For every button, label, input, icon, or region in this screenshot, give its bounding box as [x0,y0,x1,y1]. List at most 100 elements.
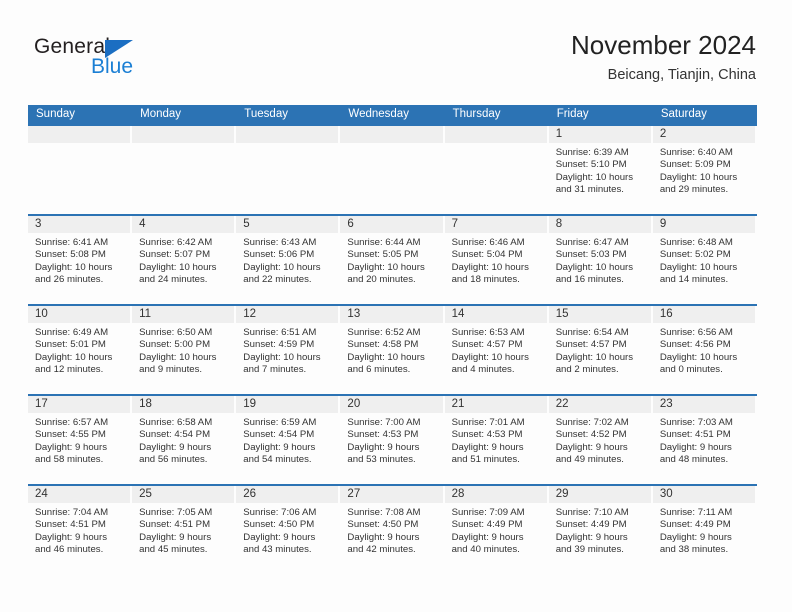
sunrise-text: Sunrise: 6:53 AM [451,327,525,338]
sunrise-text: Sunrise: 7:04 AM [35,507,109,518]
day-cell[interactable]: 9 Sunrise: 6:48 AM Sunset: 5:02 PM Dayli… [652,216,757,304]
daylight-line1: Daylight: 10 hours [659,351,738,363]
day-cell[interactable]: 24 Sunrise: 7:04 AM Sunset: 4:51 PM Dayl… [28,486,132,574]
daylight-line1: Daylight: 9 hours [347,441,420,453]
day-cell[interactable]: 14 Sunrise: 6:53 AM Sunset: 4:57 PM Dayl… [444,306,549,394]
sunset-text: Sunset: 4:51 PM [35,519,106,531]
general-blue-logo[interactable]: General Blue [34,36,254,88]
day-number-strip: 24 [28,486,131,503]
day-cell[interactable] [132,126,236,214]
daylight-line2: and 56 minutes. [139,454,208,466]
weekday-sunday: Sunday [36,108,76,120]
day-number-strip [444,126,547,143]
day-cell[interactable]: 22 Sunrise: 7:02 AM Sunset: 4:52 PM Dayl… [548,396,653,484]
daylight-line2: and 31 minutes. [555,184,624,196]
daylight-line1: Daylight: 10 hours [451,351,529,363]
day-cell[interactable]: 28 Sunrise: 7:09 AM Sunset: 4:49 PM Dayl… [444,486,549,574]
day-info: Sunrise: 6:54 AM Sunset: 4:57 PM Dayligh… [549,323,653,377]
day-cell[interactable]: 4 Sunrise: 6:42 AM Sunset: 5:07 PM Dayli… [132,216,236,304]
sunset-text: Sunset: 4:58 PM [347,339,419,351]
day-cell[interactable]: 10 Sunrise: 6:49 AM Sunset: 5:01 PM Dayl… [28,306,132,394]
sunset-text: Sunset: 4:54 PM [243,429,315,441]
day-info: Sunrise: 6:39 AM Sunset: 5:10 PM Dayligh… [549,143,653,197]
day-cell[interactable]: 2 Sunrise: 6:40 AM Sunset: 5:09 PM Dayli… [652,126,757,214]
sunset-text: Sunset: 5:05 PM [347,249,419,261]
sunrise-text: Sunrise: 7:03 AM [659,417,733,428]
day-number-strip [132,126,235,143]
daylight-line1: Daylight: 9 hours [347,531,420,543]
day-cell[interactable]: 25 Sunrise: 7:05 AM Sunset: 4:51 PM Dayl… [132,486,236,574]
day-cell[interactable]: 26 Sunrise: 7:06 AM Sunset: 4:50 PM Dayl… [236,486,340,574]
day-number-strip: 22 [548,396,651,413]
day-cell[interactable]: 5 Sunrise: 6:43 AM Sunset: 5:06 PM Dayli… [236,216,340,304]
sunrise-text: Sunrise: 6:42 AM [139,237,213,248]
sunset-text: Sunset: 5:07 PM [139,249,211,261]
day-cell[interactable] [236,126,340,214]
day-cell[interactable]: 8 Sunrise: 6:47 AM Sunset: 5:03 PM Dayli… [548,216,653,304]
week-row: 24 Sunrise: 7:04 AM Sunset: 4:51 PM Dayl… [28,484,757,574]
day-cell[interactable]: 20 Sunrise: 7:00 AM Sunset: 4:53 PM Dayl… [340,396,444,484]
sunrise-text: Sunrise: 6:41 AM [35,237,109,248]
day-info: Sunrise: 6:40 AM Sunset: 5:09 PM Dayligh… [653,143,757,197]
daylight-line1: Daylight: 9 hours [139,441,212,453]
day-cell[interactable]: 21 Sunrise: 7:01 AM Sunset: 4:53 PM Dayl… [444,396,549,484]
day-cell[interactable]: 3 Sunrise: 6:41 AM Sunset: 5:08 PM Dayli… [28,216,132,304]
day-number: 30 [659,488,673,500]
sunrise-text: Sunrise: 6:44 AM [347,237,421,248]
day-cell[interactable]: 16 Sunrise: 6:56 AM Sunset: 4:56 PM Dayl… [652,306,757,394]
daylight-line2: and 54 minutes. [243,454,312,466]
day-number-strip: 27 [340,486,443,503]
weekday-monday: Monday [140,108,182,120]
day-number-strip: 8 [548,216,651,233]
day-number: 19 [243,398,257,410]
day-number: 6 [347,218,354,230]
day-cell[interactable] [340,126,444,214]
day-number: 27 [347,488,361,500]
daylight-line2: and 29 minutes. [659,184,729,196]
daylight-line2: and 45 minutes. [139,544,208,556]
sunset-text: Sunset: 5:00 PM [139,339,211,351]
day-info: Sunrise: 6:57 AM Sunset: 4:55 PM Dayligh… [28,413,132,467]
weekday-thursday: Thursday [452,108,501,120]
day-cell[interactable]: 6 Sunrise: 6:44 AM Sunset: 5:05 PM Dayli… [340,216,444,304]
day-cell[interactable]: 7 Sunrise: 6:46 AM Sunset: 5:04 PM Dayli… [444,216,549,304]
sunset-text: Sunset: 4:49 PM [555,519,627,531]
day-info: Sunrise: 7:02 AM Sunset: 4:52 PM Dayligh… [549,413,653,467]
sunset-text: Sunset: 5:08 PM [35,249,106,261]
day-number: 7 [451,218,458,230]
sunrise-text: Sunrise: 6:49 AM [35,327,109,338]
sunset-text: Sunset: 4:57 PM [451,339,523,351]
day-number-strip: 12 [236,306,339,323]
day-cell[interactable]: 15 Sunrise: 6:54 AM Sunset: 4:57 PM Dayl… [548,306,653,394]
sunrise-text: Sunrise: 7:02 AM [555,417,629,428]
day-cell[interactable] [444,126,549,214]
day-cell[interactable]: 13 Sunrise: 6:52 AM Sunset: 4:58 PM Dayl… [340,306,444,394]
day-cell[interactable] [28,126,132,214]
day-info: Sunrise: 6:53 AM Sunset: 4:57 PM Dayligh… [445,323,549,377]
day-cell[interactable]: 17 Sunrise: 6:57 AM Sunset: 4:55 PM Dayl… [28,396,132,484]
day-cell[interactable]: 27 Sunrise: 7:08 AM Sunset: 4:50 PM Dayl… [340,486,444,574]
daylight-line1: Daylight: 9 hours [35,441,107,453]
day-info: Sunrise: 7:10 AM Sunset: 4:49 PM Dayligh… [549,503,653,557]
day-cell[interactable]: 1 Sunrise: 6:39 AM Sunset: 5:10 PM Dayli… [548,126,653,214]
day-cell[interactable]: 18 Sunrise: 6:58 AM Sunset: 4:54 PM Dayl… [132,396,236,484]
sunrise-text: Sunrise: 6:43 AM [243,237,317,248]
day-cell[interactable]: 12 Sunrise: 6:51 AM Sunset: 4:59 PM Dayl… [236,306,340,394]
sunset-text: Sunset: 4:54 PM [139,429,211,441]
daylight-line1: Daylight: 9 hours [35,531,107,543]
day-number: 21 [451,398,465,410]
day-info: Sunrise: 6:46 AM Sunset: 5:04 PM Dayligh… [445,233,549,287]
day-cell[interactable]: 29 Sunrise: 7:10 AM Sunset: 4:49 PM Dayl… [548,486,653,574]
day-cell[interactable]: 23 Sunrise: 7:03 AM Sunset: 4:51 PM Dayl… [652,396,757,484]
day-cell[interactable]: 11 Sunrise: 6:50 AM Sunset: 5:00 PM Dayl… [132,306,236,394]
daylight-line2: and 22 minutes. [243,274,312,286]
daylight-line1: Daylight: 10 hours [555,171,634,183]
day-cell[interactable]: 19 Sunrise: 6:59 AM Sunset: 4:54 PM Dayl… [236,396,340,484]
day-cell[interactable]: 30 Sunrise: 7:11 AM Sunset: 4:49 PM Dayl… [652,486,757,574]
day-number-strip: 2 [652,126,755,143]
sunset-text: Sunset: 4:51 PM [139,519,211,531]
day-number: 10 [35,308,48,320]
day-number: 26 [243,488,257,500]
daylight-line1: Daylight: 9 hours [659,441,732,453]
day-number: 24 [35,488,48,500]
